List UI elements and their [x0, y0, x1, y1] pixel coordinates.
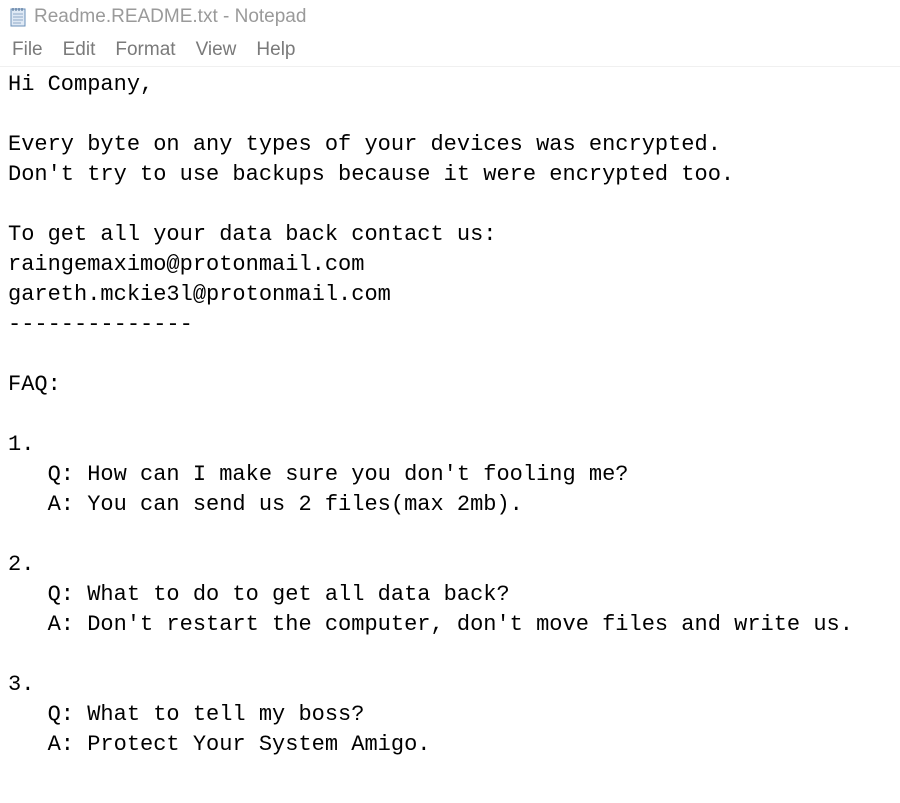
title-bar: Readme.README.txt - Notepad	[0, 0, 900, 34]
text-editor-area[interactable]: Hi Company, Every byte on any types of y…	[0, 67, 900, 803]
menu-help[interactable]: Help	[246, 39, 305, 61]
menu-file[interactable]: File	[2, 39, 53, 61]
document-text[interactable]: Hi Company, Every byte on any types of y…	[0, 67, 900, 760]
menu-bar: File Edit Format View Help	[0, 34, 900, 67]
window-title: Readme.README.txt - Notepad	[34, 6, 307, 27]
menu-format[interactable]: Format	[105, 39, 185, 61]
menu-view[interactable]: View	[186, 39, 247, 61]
menu-edit[interactable]: Edit	[53, 39, 106, 61]
notepad-window: Readme.README.txt - Notepad File Edit Fo…	[0, 0, 900, 803]
notepad-icon	[10, 7, 26, 27]
